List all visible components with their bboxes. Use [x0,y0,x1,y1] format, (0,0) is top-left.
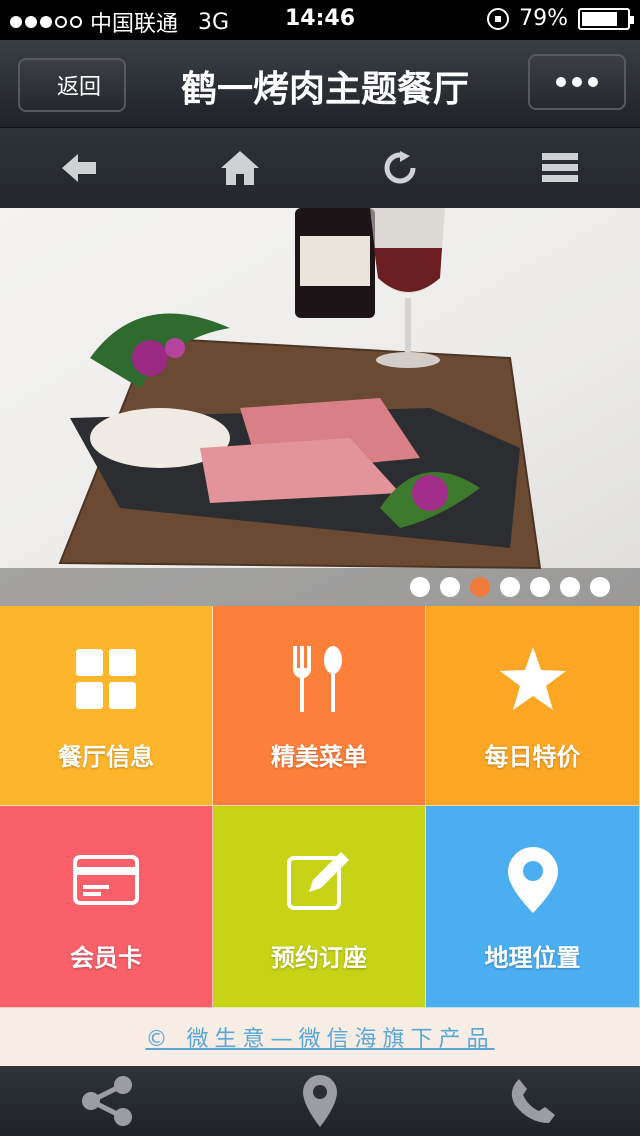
bottom-bar [0,1066,640,1136]
tile-menu[interactable]: 精美菜单 [213,606,426,806]
navigation-toolbar [0,128,640,208]
phone-icon[interactable] [498,1071,568,1131]
tile-reservation[interactable]: 预约订座 [213,806,426,1008]
map-pin-icon[interactable] [285,1071,355,1131]
status-bar: 中国联通 3G 14:46 79% [0,0,640,40]
carousel-dot[interactable] [410,577,430,597]
tile-location[interactable]: 地理位置 [426,806,640,1008]
fork-spoon-icon [279,639,359,719]
back-button-label: 返回 [56,75,101,100]
tile-label: 会员卡 [70,944,142,972]
banner-carousel[interactable] [0,208,640,606]
rotation-lock-icon [487,7,510,30]
carousel-indicator [0,568,640,606]
page-title: 鹤一烤肉主题餐厅 [180,69,469,110]
tile-label: 餐厅信息 [58,743,154,771]
food-photo [58,208,542,570]
footer-credit-link[interactable]: © 微生意—微信海旗下产品 [146,1021,495,1053]
location-pin-icon [493,840,573,920]
home-icon[interactable] [210,138,270,198]
more-options-button[interactable] [528,54,626,110]
tile-label: 每日特价 [484,743,581,771]
carousel-dot[interactable] [470,577,490,597]
back-button[interactable]: 返回 [18,58,126,112]
battery-icon [578,7,634,30]
card-icon [66,840,146,920]
tile-restaurant-info[interactable]: 餐厅信息 [0,606,213,806]
refresh-icon[interactable] [370,138,430,198]
edit-icon [279,840,359,920]
dot-icon [572,77,582,87]
grid-icon [66,639,146,719]
feature-grid: 餐厅信息 精美菜单 每日特价 会员卡 预约订座 地理位置 [0,606,640,1008]
carousel-dot[interactable] [530,577,550,597]
dot-icon [556,77,566,87]
tile-label: 地理位置 [484,944,581,972]
carousel-dot[interactable] [500,577,520,597]
battery-percent: 79% [519,6,568,31]
tile-label: 精美菜单 [271,743,367,771]
tile-daily-special[interactable]: 每日特价 [426,606,640,806]
star-icon [493,639,573,719]
dot-icon [588,77,598,87]
tile-member-card[interactable]: 会员卡 [0,806,213,1008]
carousel-dot[interactable] [440,577,460,597]
carousel-dot[interactable] [590,577,610,597]
share-icon[interactable] [72,1071,142,1131]
back-arrow-icon[interactable] [50,138,110,198]
menu-icon[interactable] [530,138,590,198]
title-bar: 返回 鹤一烤肉主题餐厅 [0,40,640,128]
tile-label: 预约订座 [271,944,367,972]
carousel-dot[interactable] [560,577,580,597]
footer: © 微生意—微信海旗下产品 [0,1008,640,1066]
